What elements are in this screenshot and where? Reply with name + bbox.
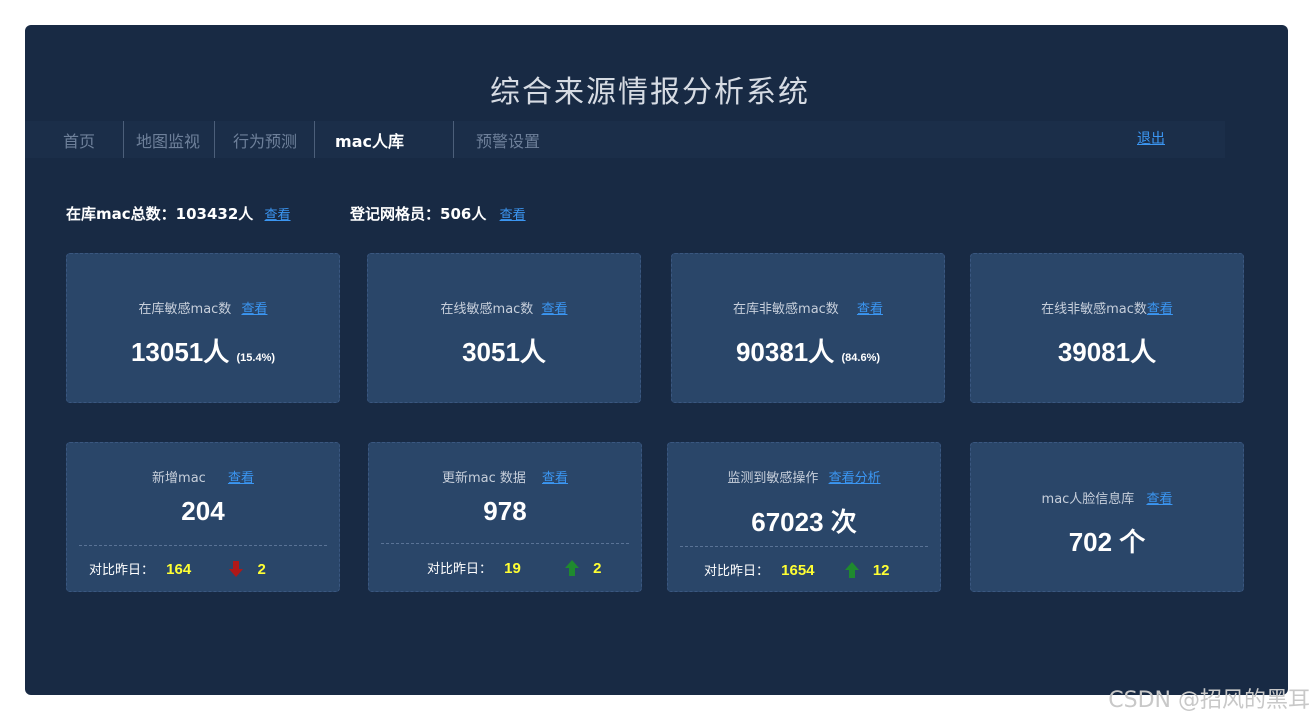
card-view-link[interactable]: 查看 [241, 302, 267, 317]
card-percentage: (84.6%) [841, 352, 881, 364]
card-view-link[interactable]: 查看 [542, 471, 568, 486]
nav-item-behavior-predict[interactable]: 行为预测 [215, 121, 314, 158]
card-label: 在库非敏感mac数 [733, 302, 839, 317]
stat-card-new-mac: 新增mac 查看 204 对比昨日： 164 2 [66, 442, 340, 592]
card-label: 在线敏感mac数 [440, 302, 534, 317]
card-percentage: (15.4%) [236, 352, 276, 364]
main-nav: 首页 地图监视 行为预测 mac人库 预警设置 退出 [25, 121, 1225, 158]
card-value: 204 [181, 496, 225, 526]
nav-item-home[interactable]: 首页 [25, 121, 123, 158]
mac-total-summary: 在库mac总数：103432人 查看 [66, 203, 291, 224]
trend-value: 2 [593, 560, 602, 577]
card-analysis-link[interactable]: 查看分析 [829, 471, 881, 486]
card-value: 39081人 [1057, 337, 1157, 367]
grid-staff-summary: 登记网格员：506人 查看 [350, 203, 526, 224]
nav-item-mac-library[interactable]: mac人库 [315, 121, 453, 158]
card-divider [79, 545, 327, 546]
nav-item-map-monitor[interactable]: 地图监视 [124, 121, 214, 158]
card-divider [381, 543, 629, 544]
card-view-link[interactable]: 查看 [1146, 492, 1172, 507]
card-label: mac人脸信息库 [1041, 492, 1135, 507]
card-label: 在线非敏感mac数 [1041, 302, 1147, 317]
card-view-link[interactable]: 查看 [541, 302, 567, 317]
logout-link[interactable]: 退出 [1137, 121, 1165, 158]
grid-staff-label: 登记网格员： [350, 205, 441, 223]
compare-label: 对比昨日： [427, 562, 493, 577]
grid-staff-value: 506人 [440, 205, 487, 223]
trend-value: 12 [872, 562, 890, 579]
card-label: 在库敏感mac数 [138, 302, 232, 317]
stat-card-online-sensitive: 在线敏感mac数 查看 3051人 [367, 253, 641, 403]
card-view-link[interactable]: 查看 [857, 302, 883, 317]
trend-value: 2 [257, 561, 266, 578]
arrow-up-icon [844, 561, 859, 582]
stat-card-sensitive-ops: 监测到敏感操作 查看分析 67023 次 对比昨日： 1654 12 [667, 442, 941, 592]
card-label: 监测到敏感操作 [727, 471, 819, 486]
mac-total-view-link[interactable]: 查看 [265, 208, 291, 223]
card-value: 67023 次 [751, 507, 857, 537]
compare-label: 对比昨日： [89, 563, 155, 578]
nav-item-alert-settings[interactable]: 预警设置 [454, 121, 540, 158]
card-divider [680, 546, 928, 547]
dashboard-panel: 综合来源情报分析系统 首页 地图监视 行为预测 mac人库 预警设置 退出 在库… [25, 25, 1288, 695]
compare-value: 164 [166, 561, 192, 578]
stat-card-stored-sensitive: 在库敏感mac数 查看 13051人 (15.4%) [66, 253, 340, 403]
watermark: CSDN @招风的黑耳 [1108, 688, 1310, 713]
mac-total-value: 103432人 [175, 205, 254, 223]
mac-total-label: 在库mac总数： [66, 205, 176, 223]
stat-card-online-nonsensitive: 在线非敏感mac数查看 39081人 [970, 253, 1244, 403]
card-value: 702 个 [1068, 527, 1146, 557]
compare-value: 19 [504, 560, 521, 577]
stat-card-updated-mac: 更新mac 数据 查看 978 对比昨日： 19 2 [368, 442, 642, 592]
page-title: 综合来源情报分析系统 [490, 75, 810, 110]
card-label: 更新mac 数据 [441, 471, 526, 486]
grid-staff-view-link[interactable]: 查看 [500, 208, 526, 223]
arrow-up-icon [564, 559, 579, 580]
arrow-down-icon [229, 560, 244, 581]
card-value: 13051人 [130, 337, 230, 367]
card-view-link[interactable]: 查看 [1147, 302, 1173, 317]
stat-card-face-library: mac人脸信息库 查看 702 个 [970, 442, 1244, 592]
card-value: 90381人 [735, 337, 835, 367]
compare-value: 1654 [781, 562, 815, 579]
card-value: 978 [483, 496, 527, 526]
card-label: 新增mac [152, 471, 206, 486]
compare-label: 对比昨日： [704, 564, 770, 579]
stat-card-stored-nonsensitive: 在库非敏感mac数 查看 90381人 (84.6%) [671, 253, 945, 403]
card-view-link[interactable]: 查看 [228, 471, 254, 486]
card-value: 3051人 [462, 337, 546, 367]
